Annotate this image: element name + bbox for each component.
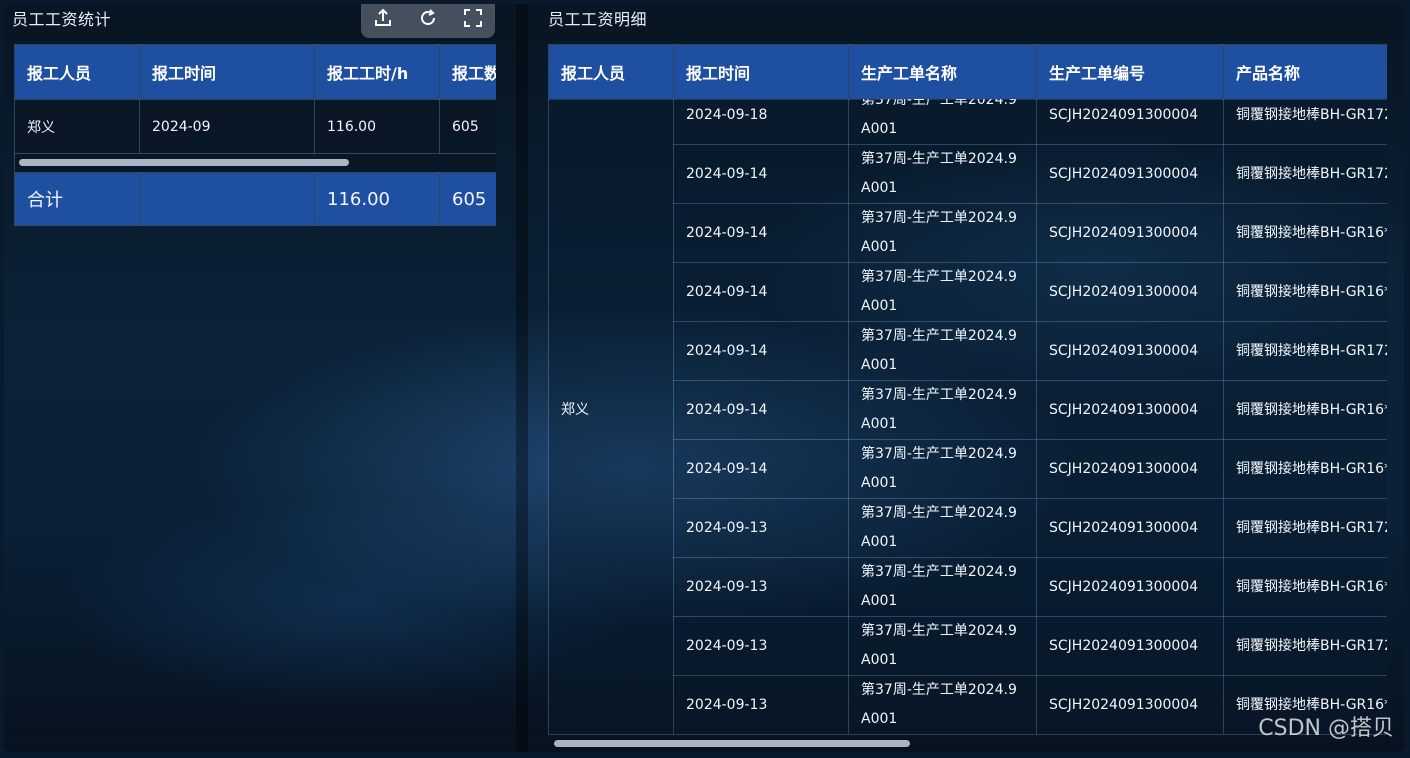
scrollbar-thumb[interactable] <box>19 159 349 166</box>
right-panel-title: 员工工资明细 <box>548 10 648 29</box>
table-row[interactable]: 郑义 2024-09-18 第37周-生产工单2024.9A001 SCJH20240… <box>548 99 1387 734</box>
table-row[interactable]: 郑义 2024-09 116.00 605 <box>14 99 496 154</box>
table-row[interactable]: 2024-09-14 第37周-生产工单2024.9A001 SCJH2024091… <box>549 203 1387 263</box>
column-header[interactable]: 报工时间 <box>139 44 315 100</box>
refresh-icon[interactable] <box>416 6 440 30</box>
column-header[interactable]: 报工数 <box>439 44 496 100</box>
table-cell: 铜覆钢接地棒BH-GR172*1500 <box>1223 99 1387 145</box>
table-cell: 2024-09 <box>139 99 315 154</box>
table-cell: SCJH2024091300004 <box>1036 203 1224 263</box>
table-row[interactable]: 2024-09-13 第37周-生产工单2024.9A001 SCJH2024091… <box>549 498 1387 558</box>
fullscreen-icon[interactable] <box>461 6 485 30</box>
table-row[interactable]: 2024-09-14 第37周-生产工单2024.9A001 SCJH2024091… <box>549 144 1387 204</box>
table-cell: SCJH2024091300004 <box>1036 498 1224 558</box>
table-cell: 铜覆钢接地棒BH-GR172*1500 <box>1223 144 1387 204</box>
watermark-text: CSDN @搭贝 <box>1258 716 1394 741</box>
table-cell: SCJH2024091300004 <box>1036 616 1224 676</box>
panel-toolbar <box>361 4 495 38</box>
table-cell: 第37周-生产工单2024.9A001 <box>848 321 1037 381</box>
table-cell: 2024-09-13 <box>673 675 849 734</box>
scrollbar-thumb[interactable] <box>554 740 910 747</box>
table-cell: 第37周-生产工单2024.9A001 <box>848 144 1037 204</box>
table-cell: 第37周-生产工单2024.9A001 <box>848 675 1037 734</box>
person-cell: 郑义 <box>548 99 674 734</box>
table-cell: 铜覆钢接地棒BH-GR16*1500 <box>1223 380 1387 440</box>
table-cell: 2024-09-14 <box>673 144 849 204</box>
table-cell: SCJH2024091300004 <box>1036 321 1224 381</box>
table-cell: 2024-09-14 <box>673 262 849 322</box>
table-cell: 第37周-生产工单2024.9A001 <box>848 203 1037 263</box>
table-cell: 第37周-生产工单2024.9A001 <box>848 498 1037 558</box>
column-header[interactable]: 报工人员 <box>548 44 674 100</box>
table-cell: SCJH2024091300004 <box>1036 675 1224 734</box>
table-cell: 铜覆钢接地棒BH-GR16*1500 <box>1223 439 1387 499</box>
table-cell: 2024-09-14 <box>673 203 849 263</box>
table-cell: 116.00 <box>314 99 440 154</box>
table-cell: 2024-09-18 <box>673 99 849 145</box>
table-cell: 铜覆钢接地棒BH-GR172*1500 <box>1223 498 1387 558</box>
table-cell: 第37周-生产工单2024.9A001 <box>848 99 1037 145</box>
table-cell: 铜覆钢接地棒BH-GR16*1500 <box>1223 203 1387 263</box>
column-header[interactable]: 报工人员 <box>14 44 140 100</box>
total-cell <box>139 172 315 226</box>
panel-divider <box>516 4 528 752</box>
left-horizontal-scrollbar[interactable] <box>14 154 497 172</box>
dashboard-frame: 员工工资统计 报工人员 报工时间 报工工时/h 报工数 郑义 2024-09 1… <box>4 4 1404 752</box>
table-row[interactable]: 2024-09-14 第37周-生产工单2024.9A001 SCJH2024091… <box>549 439 1387 499</box>
table-cell: 2024-09-14 <box>673 439 849 499</box>
column-header[interactable]: 生产工单名称 <box>848 44 1037 100</box>
table-cell: SCJH2024091300004 <box>1036 380 1224 440</box>
table-cell: 第37周-生产工单2024.9A001 <box>848 380 1037 440</box>
table-cell: 铜覆钢接地棒BH-GR172*1500 <box>1223 616 1387 676</box>
table-cell: 2024-09-14 <box>673 380 849 440</box>
table-cell: 2024-09-14 <box>673 321 849 381</box>
table-cell: 第37周-生产工单2024.9A001 <box>848 262 1037 322</box>
total-hours: 116.00 <box>314 172 440 226</box>
table-cell: 第37周-生产工单2024.9A001 <box>848 439 1037 499</box>
table-cell: 第37周-生产工单2024.9A001 <box>848 557 1037 617</box>
table-cell: SCJH2024091300004 <box>1036 439 1224 499</box>
right-table-body[interactable]: 郑义 2024-09-18 第37周-生产工单2024.9A001 SCJH20240… <box>548 99 1387 734</box>
column-header[interactable]: 生产工单编号 <box>1036 44 1224 100</box>
export-icon[interactable] <box>371 6 395 30</box>
table-cell: SCJH2024091300004 <box>1036 262 1224 322</box>
table-row[interactable]: 2024-09-13 第37周-生产工单2024.9A001 SCJH2024091… <box>549 616 1387 676</box>
table-cell: 郑义 <box>14 99 140 154</box>
table-cell: 铜覆钢接地棒BH-GR172*1500 <box>1223 321 1387 381</box>
table-cell: 铜覆钢接地棒BH-GR16*1500 <box>1223 262 1387 322</box>
table-cell: SCJH2024091300004 <box>1036 144 1224 204</box>
table-cell: 铜覆钢接地棒BH-GR16*1500 <box>1223 557 1387 617</box>
table-cell: 605 <box>439 99 496 154</box>
table-cell: 2024-09-13 <box>673 557 849 617</box>
table-cell: 第37周-生产工单2024.9A001 <box>848 616 1037 676</box>
table-row[interactable]: 2024-09-14 第37周-生产工单2024.9A001 SCJH2024091… <box>549 380 1387 440</box>
left-total-row: 合计 116.00 605 <box>14 172 496 226</box>
table-cell: 2024-09-13 <box>673 498 849 558</box>
table-row[interactable]: 2024-09-13 第37周-生产工单2024.9A001 SCJH2024091… <box>549 557 1387 617</box>
table-cell: SCJH2024091300004 <box>1036 557 1224 617</box>
total-count: 605 <box>439 172 496 226</box>
right-detail-table: 报工人员 报工时间 生产工单名称 生产工单编号 产品名称 郑义 2024-09-1… <box>548 44 1387 734</box>
column-header[interactable]: 报工工时/h <box>314 44 440 100</box>
table-cell: SCJH2024091300004 <box>1036 99 1224 145</box>
left-table-header: 报工人员 报工时间 报工工时/h 报工数 <box>14 44 496 100</box>
column-header[interactable]: 报工时间 <box>673 44 849 100</box>
total-label: 合计 <box>14 172 140 226</box>
table-cell: 2024-09-13 <box>673 616 849 676</box>
table-row[interactable]: 2024-09-14 第37周-生产工单2024.9A001 SCJH2024091… <box>549 262 1387 322</box>
column-header[interactable]: 产品名称 <box>1223 44 1387 100</box>
right-table-header: 报工人员 报工时间 生产工单名称 生产工单编号 产品名称 <box>548 44 1387 100</box>
table-row[interactable]: 2024-09-14 第37周-生产工单2024.9A001 SCJH2024091… <box>549 321 1387 381</box>
left-panel-title: 员工工资统计 <box>12 10 112 29</box>
